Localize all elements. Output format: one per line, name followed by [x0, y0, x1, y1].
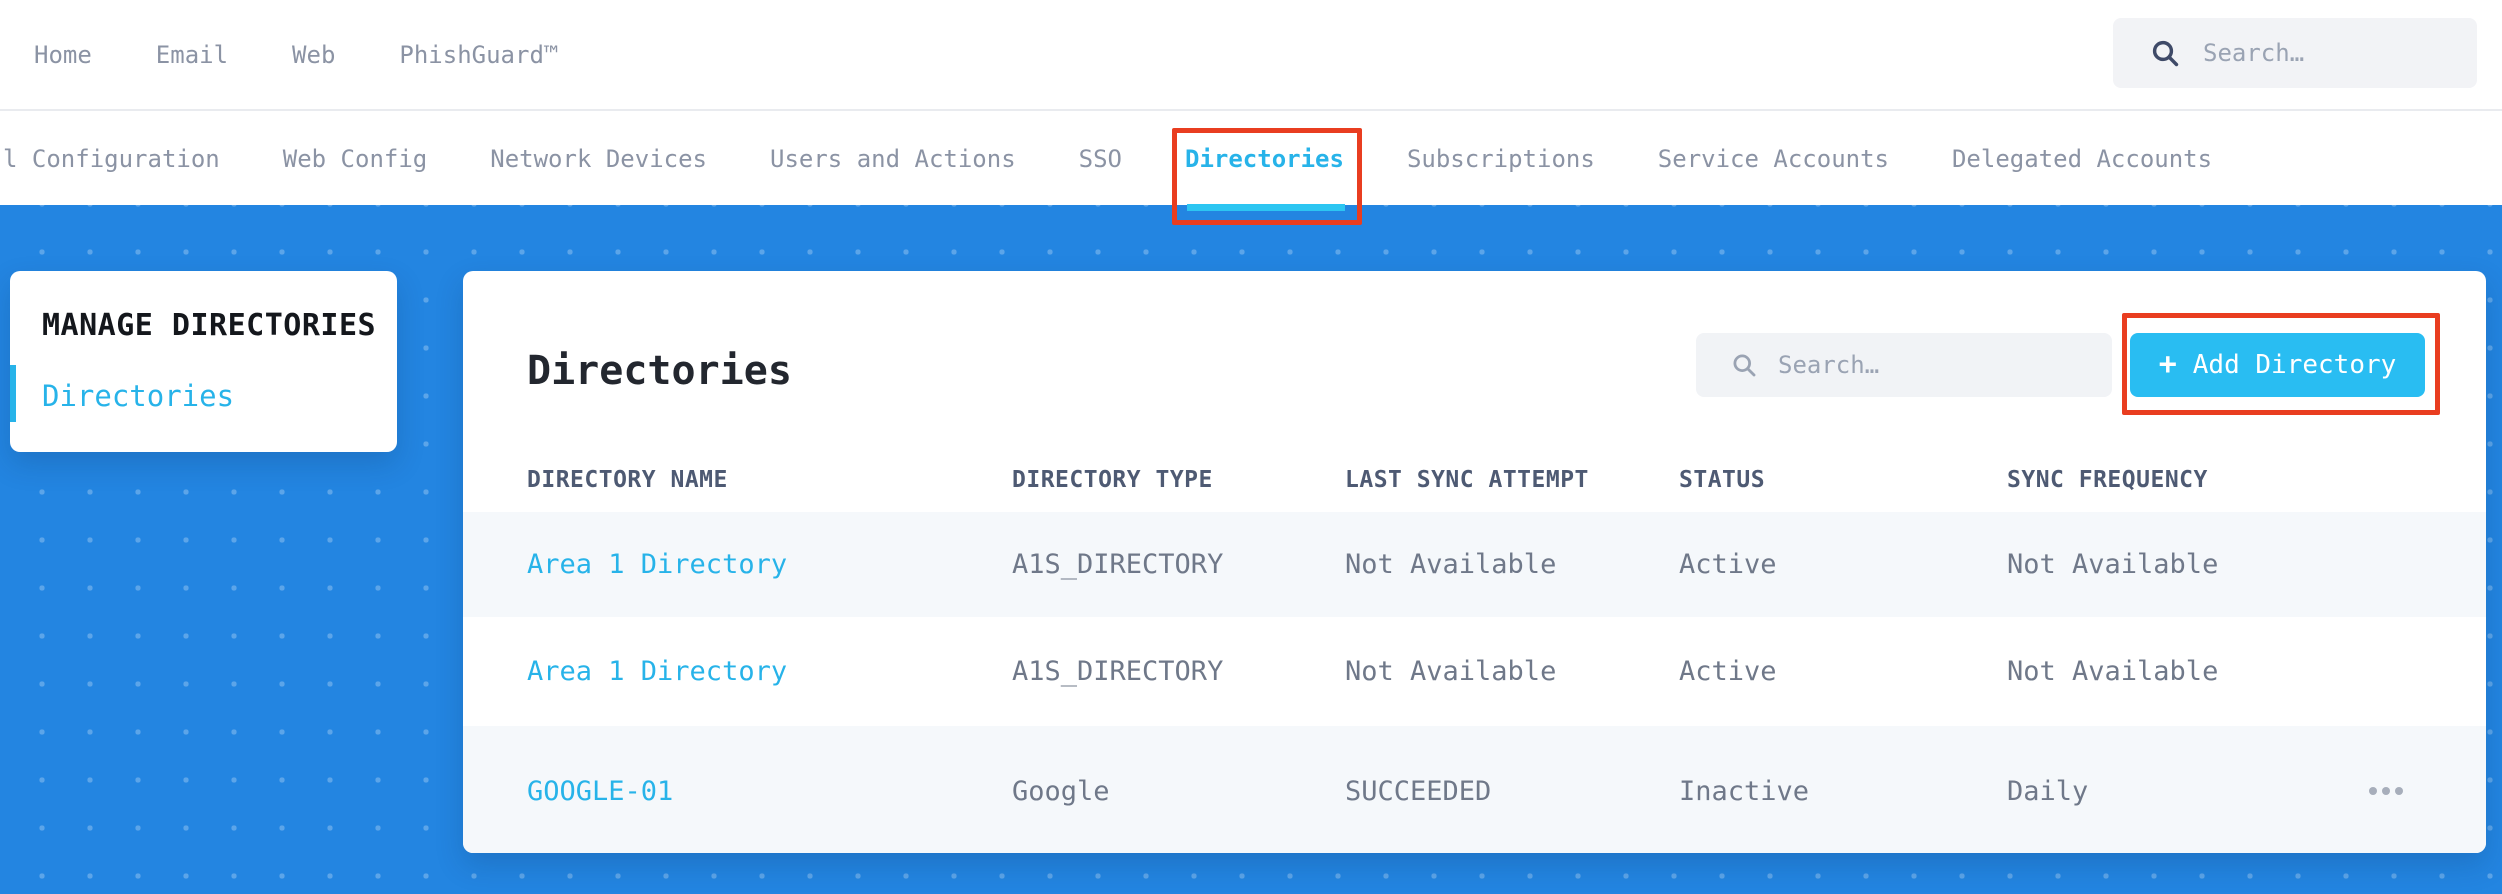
- table-row[interactable]: GOOGLE-01 Google SUCCEEDED Inactive Dail…: [463, 726, 2486, 853]
- annotation-box-directories-tab: [1172, 128, 1362, 225]
- global-search-box[interactable]: [2113, 18, 2477, 88]
- column-header-last-sync-attempt: LAST SYNC ATTEMPT: [1345, 467, 1589, 493]
- top-nav: Home Email Web PhishGuard™: [0, 41, 558, 69]
- add-directory-button[interactable]: + Add Directory: [2130, 333, 2425, 397]
- active-item-indicator: [10, 365, 16, 422]
- column-header-directory-name: DIRECTORY NAME: [527, 467, 728, 493]
- phishguard-app: Home Email Web PhishGuard™ l Configurati…: [0, 0, 2502, 894]
- row-menu-button[interactable]: [2363, 781, 2409, 801]
- top-nav-web[interactable]: Web: [292, 41, 335, 69]
- top-nav-phishguard[interactable]: PhishGuard™: [399, 41, 558, 69]
- last-sync-cell: SUCCEEDED: [1345, 775, 1492, 807]
- sidebar-title: MANAGE DIRECTORIES: [42, 308, 377, 343]
- sync-frequency-cell: Daily: [2007, 775, 2089, 807]
- sync-frequency-cell: Not Available: [2007, 656, 2219, 687]
- top-bar: Home Email Web PhishGuard™: [0, 0, 2502, 111]
- directories-search-input[interactable]: [1776, 350, 2060, 380]
- settings-tab-bar: l Configuration Web Config Network Devic…: [0, 113, 2502, 225]
- table-row[interactable]: Area 1 Directory A1S_DIRECTORY Not Avail…: [463, 617, 2486, 726]
- ellipsis-icon: [2369, 787, 2377, 795]
- manage-directories-card: MANAGE DIRECTORIES Directories: [10, 271, 397, 452]
- search-icon: [2149, 37, 2181, 69]
- workspace-background: MANAGE DIRECTORIES Directories Directori…: [0, 205, 2502, 894]
- status-cell: Inactive: [1679, 775, 1810, 807]
- top-nav-home[interactable]: Home: [34, 41, 92, 69]
- search-icon: [1730, 351, 1758, 379]
- top-nav-email[interactable]: Email: [156, 41, 228, 69]
- column-header-directory-type: DIRECTORY TYPE: [1012, 467, 1213, 493]
- sync-frequency-cell: Not Available: [2007, 549, 2219, 580]
- tab-sso[interactable]: SSO: [1079, 145, 1122, 173]
- directory-name-link[interactable]: GOOGLE-01: [527, 776, 1012, 807]
- last-sync-cell: Not Available: [1345, 549, 1557, 580]
- table-header-row: DIRECTORY NAME DIRECTORY TYPE LAST SYNC …: [463, 467, 2486, 493]
- global-search-input[interactable]: [2201, 38, 2445, 68]
- directory-type-cell: Google: [1012, 775, 1110, 807]
- status-cell: Active: [1679, 549, 1777, 580]
- tab-web-config[interactable]: Web Config: [283, 145, 428, 173]
- tab-users-and-actions[interactable]: Users and Actions: [770, 145, 1016, 173]
- directories-search-box[interactable]: [1696, 333, 2112, 397]
- page-title: Directories: [527, 348, 792, 394]
- directories-panel: Directories + Add Directory DIRECTORY NA…: [463, 271, 2486, 853]
- table-row[interactable]: Area 1 Directory A1S_DIRECTORY Not Avail…: [463, 512, 2486, 617]
- tab-email-configuration[interactable]: l Configuration: [3, 145, 220, 173]
- add-directory-label: Add Directory: [2192, 350, 2397, 380]
- tab-delegated-accounts[interactable]: Delegated Accounts: [1952, 145, 2212, 173]
- tab-service-accounts[interactable]: Service Accounts: [1658, 145, 1889, 173]
- tab-network-devices[interactable]: Network Devices: [490, 145, 707, 173]
- column-header-status: STATUS: [1679, 467, 1766, 493]
- column-header-sync-frequency: SYNC FREQUENCY: [2007, 467, 2208, 493]
- directory-type-cell: A1S_DIRECTORY: [1012, 656, 1224, 687]
- sidebar-item-directories[interactable]: Directories: [42, 379, 234, 413]
- directory-type-cell: A1S_DIRECTORY: [1012, 549, 1224, 580]
- last-sync-cell: Not Available: [1345, 656, 1557, 687]
- status-cell: Active: [1679, 656, 1777, 687]
- table-body: Area 1 Directory A1S_DIRECTORY Not Avail…: [463, 512, 2486, 853]
- directory-name-link[interactable]: Area 1 Directory: [527, 549, 1012, 580]
- directory-name-link[interactable]: Area 1 Directory: [527, 656, 1012, 687]
- plus-icon: +: [2158, 347, 2177, 382]
- tab-subscriptions[interactable]: Subscriptions: [1407, 145, 1595, 173]
